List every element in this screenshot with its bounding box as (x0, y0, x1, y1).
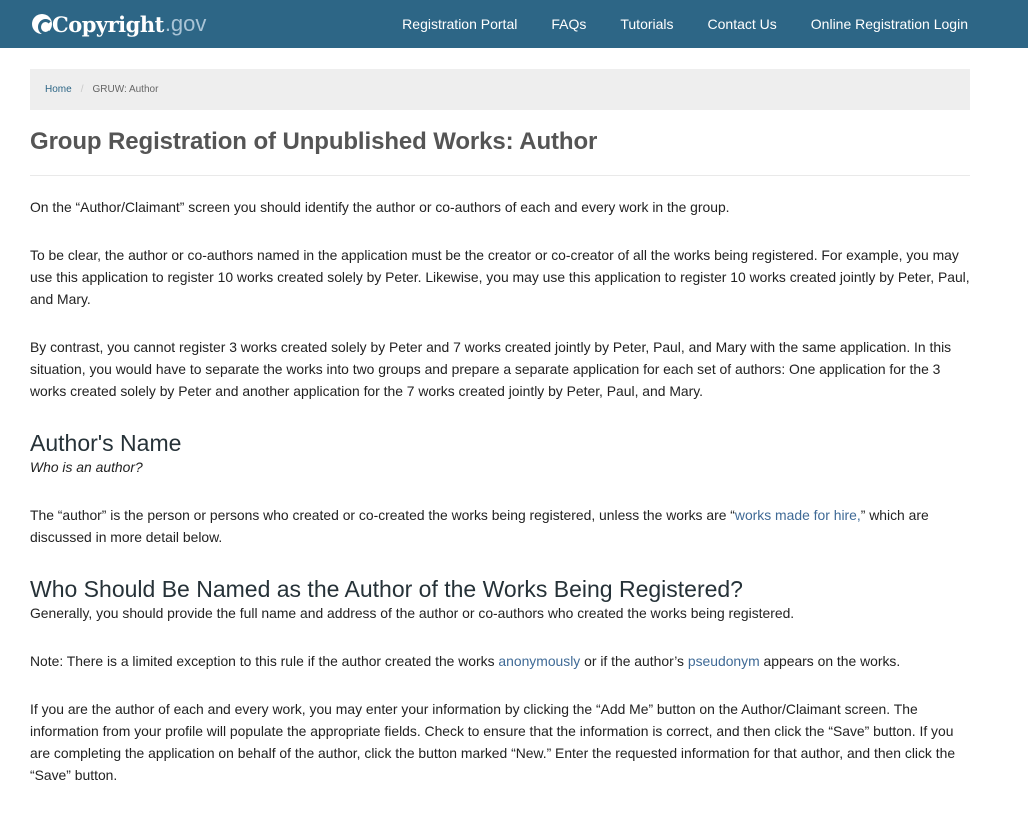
nav-registration-portal[interactable]: Registration Portal (402, 16, 517, 32)
anonymously-link[interactable]: anonymously (498, 653, 580, 669)
nav-online-registration-login[interactable]: Online Registration Login (811, 16, 968, 32)
intro-paragraph: On the “Author/Claimant” screen you shou… (30, 199, 730, 215)
copyright-gov-logo[interactable]: Copyright .gov (32, 9, 206, 39)
nav-tutorials[interactable]: Tutorials (620, 16, 673, 32)
who-should-be-named-heading: Who Should Be Named as the Author of the… (30, 576, 743, 602)
works-made-for-hire-link[interactable]: works made for hire, (735, 507, 861, 523)
top-navbar: Copyright .gov Registration Portal FAQs … (0, 0, 1028, 48)
clarification-paragraph: To be clear, the author or co-authors na… (30, 247, 970, 307)
add-me-instructions-paragraph: If you are the author of each and every … (30, 701, 956, 783)
nav-contact-us[interactable]: Contact Us (708, 16, 777, 32)
text-segment: or if the author’s (580, 653, 688, 669)
main-content: On the “Author/Claimant” screen you shou… (30, 196, 975, 786)
nav-links: Registration Portal FAQs Tutorials Conta… (402, 0, 968, 48)
breadcrumb-current: GRUW: Author (92, 84, 159, 95)
author-definition-paragraph: The “author” is the person or persons wh… (30, 504, 975, 548)
exception-note-paragraph: Note: There is a limited exception to th… (30, 650, 975, 672)
page-title: Group Registration of Unpublished Works:… (30, 128, 598, 155)
logo-tld: .gov (164, 11, 207, 36)
authors-name-heading: Author's Name (30, 430, 182, 456)
contrast-paragraph: By contrast, you cannot register 3 works… (30, 339, 952, 399)
who-is-author-question: Who is an author? (30, 459, 143, 475)
copyright-c-icon (32, 14, 53, 35)
text-segment: appears on the works. (759, 653, 901, 669)
logo-word: Copyright (52, 11, 164, 37)
text-segment: The “author” is the person or persons wh… (30, 507, 735, 523)
pseudonym-link[interactable]: pseudonym (688, 653, 760, 669)
breadcrumb-separator: / (80, 84, 84, 95)
nav-faqs[interactable]: FAQs (551, 16, 586, 32)
breadcrumb-home-link[interactable]: Home (45, 84, 72, 95)
general-guidance-paragraph: Generally, you should provide the full n… (30, 605, 795, 621)
title-divider (30, 175, 970, 176)
text-segment: Note: There is a limited exception to th… (30, 653, 499, 669)
breadcrumb: Home / GRUW: Author (30, 69, 970, 110)
